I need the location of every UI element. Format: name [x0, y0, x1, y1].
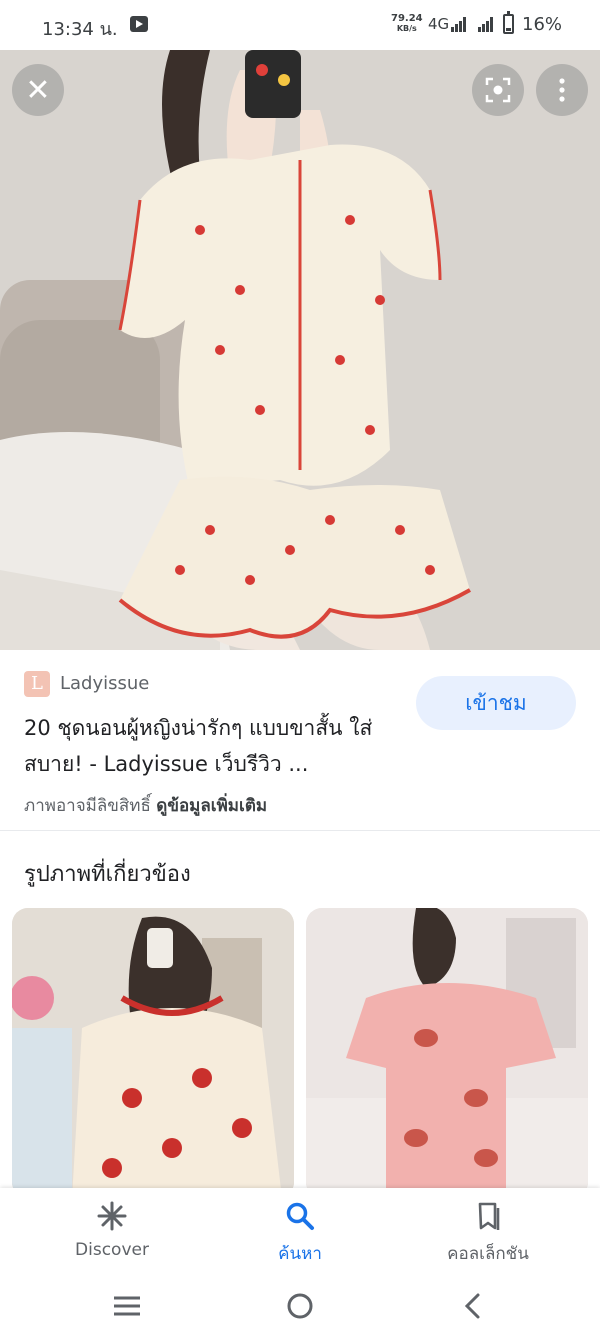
related-photo-1: [12, 908, 294, 1198]
close-icon: ✕: [25, 72, 51, 108]
network-speed-unit: KB/s: [396, 24, 417, 33]
status-bar: 13:34 น. 79.24 KB/s 4G 16%: [0, 0, 600, 50]
network-speed-value: 79.24: [391, 13, 423, 24]
divider: [0, 830, 600, 831]
copyright-text: ภาพอาจมีลิขสิทธิ์: [24, 796, 151, 816]
youtube-notification-icon: [130, 16, 148, 32]
network-speed: 79.24 KB/s: [391, 14, 423, 34]
asterisk-icon: [97, 1201, 127, 1231]
search-icon: [286, 1202, 314, 1230]
signal-icon-2: [478, 17, 494, 32]
related-image-2[interactable]: [306, 908, 588, 1198]
system-navigation-bar: [0, 1274, 600, 1338]
lens-icon: [485, 77, 511, 103]
bookmarks-icon: [478, 1202, 500, 1230]
visit-button[interactable]: เข้าชม: [416, 676, 576, 730]
more-info-link[interactable]: ดูข้อมูลเพิ่มเติม: [156, 796, 267, 816]
copyright-notice: ภาพอาจมีลิขสิทธิ์ ดูข้อมูลเพิ่มเติม: [24, 792, 267, 819]
pajama-photo: [0, 50, 600, 650]
status-time: 13:34 น.: [42, 19, 118, 40]
related-images-heading: รูปภาพที่เกี่ยวข้อง: [24, 862, 191, 887]
home-icon[interactable]: [283, 1290, 317, 1322]
battery-icon: [503, 11, 514, 34]
back-icon[interactable]: [456, 1290, 490, 1322]
related-image-1[interactable]: [12, 908, 294, 1198]
nav-discover[interactable]: Discover: [12, 1188, 212, 1274]
source-logo: L: [24, 671, 50, 697]
bottom-navigation: Discover ค้นหา คอลเล็กชัน: [0, 1188, 600, 1274]
main-image[interactable]: ✕: [0, 50, 600, 650]
battery-level: 16%: [522, 14, 563, 35]
recent-apps-icon[interactable]: [110, 1290, 144, 1322]
source-name[interactable]: Ladyissue: [60, 673, 149, 694]
nav-search-label: ค้นหา: [278, 1244, 322, 1264]
signal-icon: [451, 17, 467, 32]
nav-search[interactable]: ค้นหา: [200, 1188, 400, 1274]
nav-discover-label: Discover: [75, 1240, 149, 1260]
network-type: 4G: [428, 15, 450, 33]
lens-button[interactable]: [472, 64, 524, 116]
more-vert-icon: [559, 78, 565, 102]
result-title[interactable]: 20 ชุดนอนผู้หญิงน่ารักๆ แบบขาสั้น ใส่สบา…: [24, 710, 404, 782]
more-options-button[interactable]: [536, 64, 588, 116]
close-button[interactable]: ✕: [12, 64, 64, 116]
nav-collections-label: คอลเล็กชัน: [447, 1244, 529, 1264]
related-photo-2: [306, 908, 588, 1198]
nav-collections[interactable]: คอลเล็กชัน: [388, 1188, 588, 1274]
